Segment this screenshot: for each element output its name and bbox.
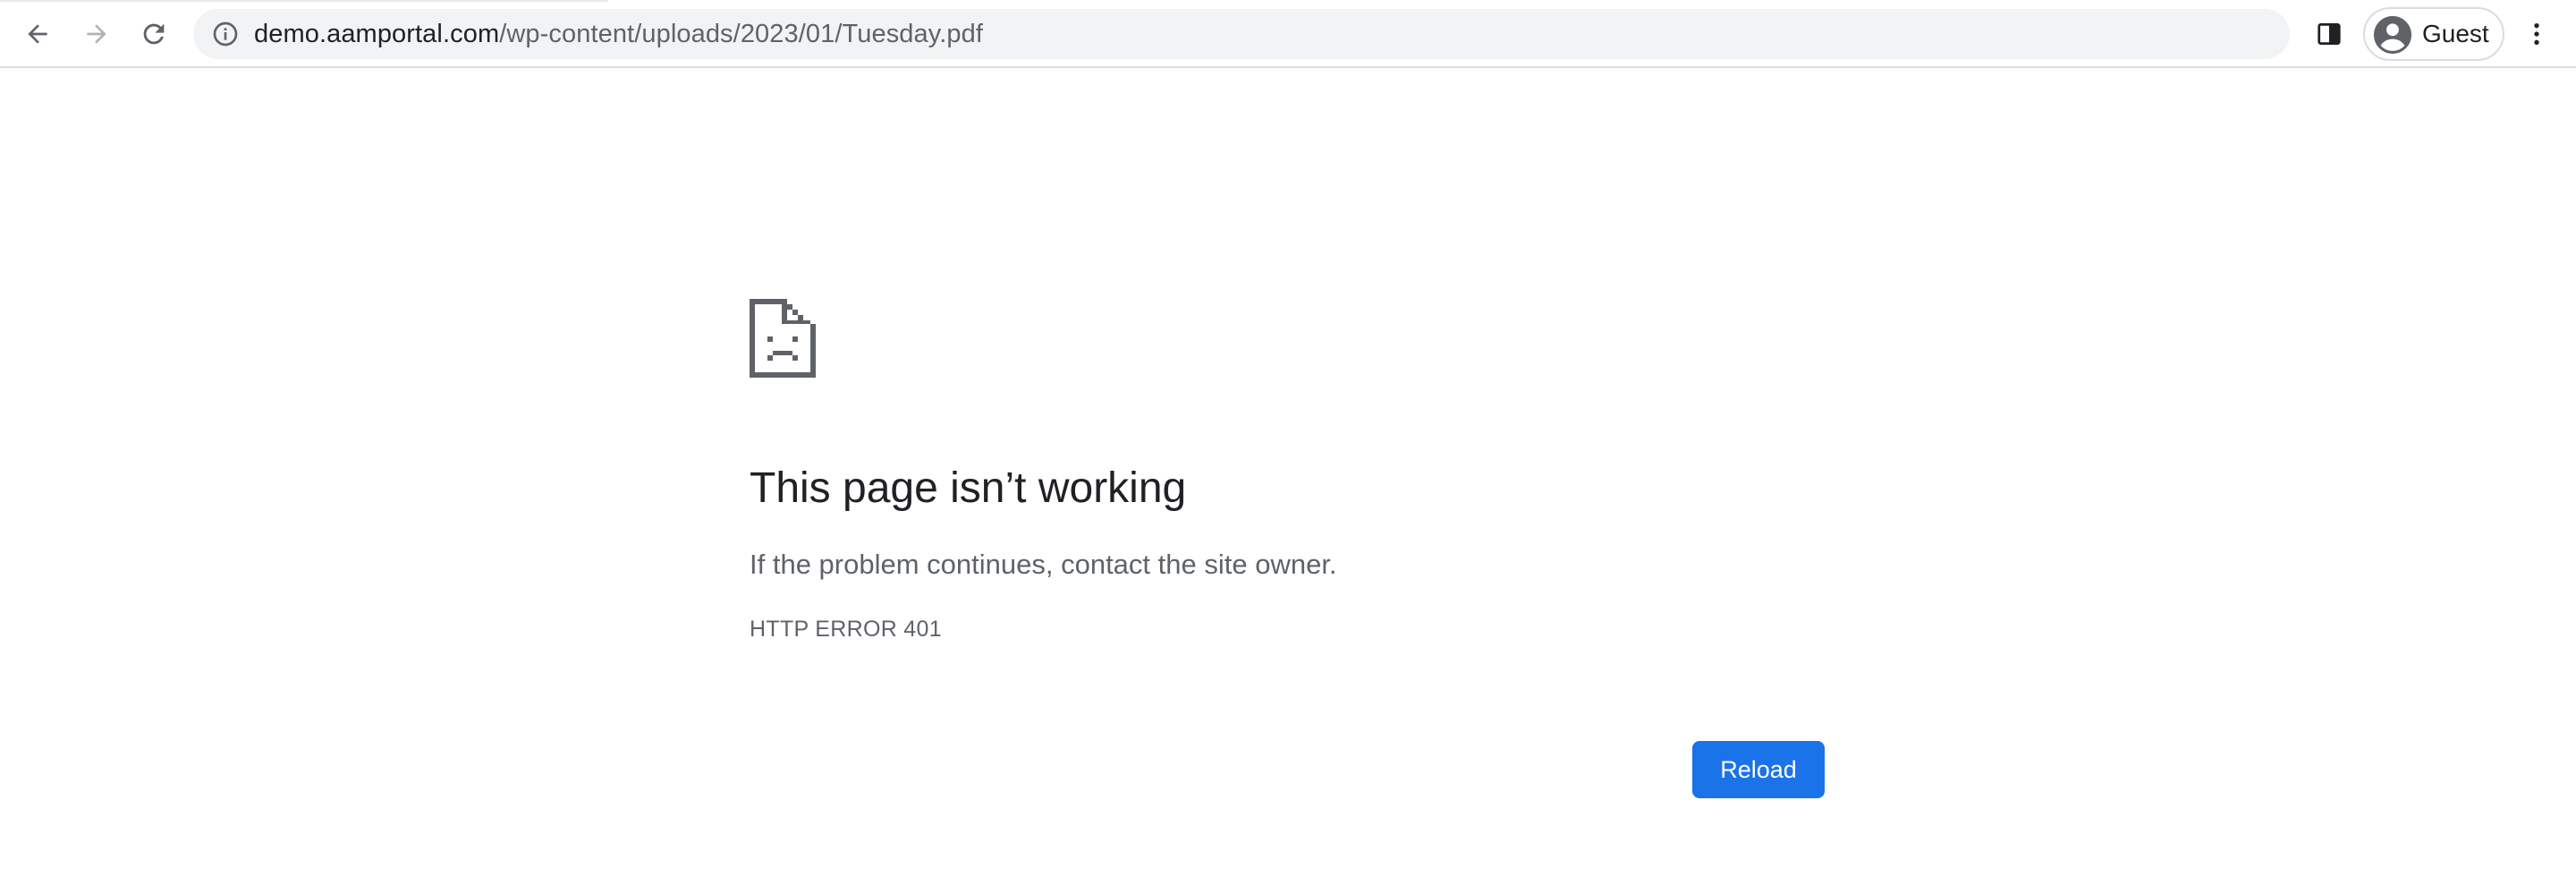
reload-page-button[interactable] bbox=[129, 9, 179, 59]
forward-button[interactable] bbox=[72, 9, 122, 59]
account-circle-icon bbox=[2373, 15, 2412, 55]
url-host: demo.aamportal.com bbox=[254, 20, 500, 48]
error-description: If the problem continues, contact the si… bbox=[750, 549, 1337, 580]
refresh-icon bbox=[143, 23, 165, 45]
sad-page-icon bbox=[750, 299, 816, 378]
arrow-right-icon bbox=[87, 24, 106, 44]
tab-strip-edge bbox=[0, 0, 608, 2]
profile-label: Guest bbox=[2422, 20, 2489, 47]
address-bar[interactable]: demo.aamportal.com/wp-content/uploads/20… bbox=[193, 9, 2290, 59]
more-vert-icon bbox=[2534, 23, 2539, 45]
browser-toolbar: demo.aamportal.com/wp-content/uploads/20… bbox=[0, 0, 2576, 68]
reload-button[interactable]: Reload bbox=[1692, 741, 1825, 798]
side-panel-button[interactable] bbox=[2304, 9, 2354, 59]
error-title: This page isn’t working bbox=[750, 464, 1187, 512]
profile-button[interactable]: Guest bbox=[2363, 7, 2504, 61]
error-code: HTTP ERROR 401 bbox=[750, 617, 942, 642]
side-panel-icon bbox=[2318, 23, 2341, 45]
url-path: /wp-content/uploads/2023/01/Tuesday.pdf bbox=[499, 20, 983, 48]
info-icon[interactable] bbox=[211, 20, 240, 48]
back-button[interactable] bbox=[13, 9, 63, 59]
url-text[interactable]: demo.aamportal.com/wp-content/uploads/20… bbox=[254, 9, 983, 59]
arrow-left-icon bbox=[28, 24, 47, 44]
browser-menu-button[interactable] bbox=[2512, 9, 2562, 59]
